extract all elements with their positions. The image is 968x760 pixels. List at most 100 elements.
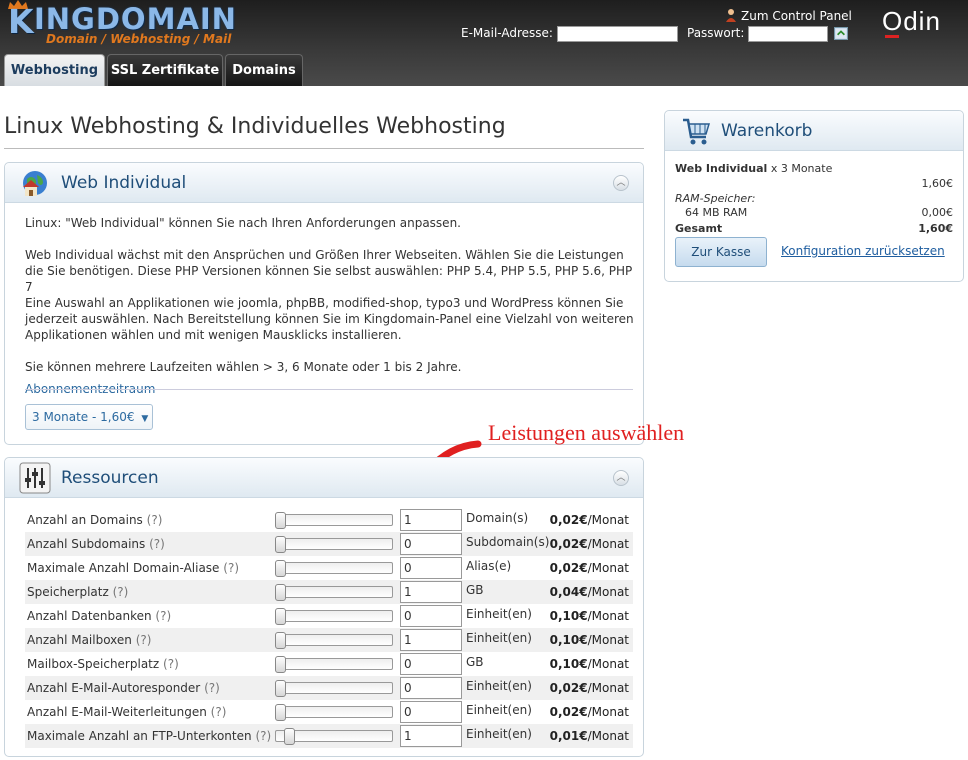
logo-letter: K [8,2,34,41]
resource-price: 0,10€/Monat [549,633,629,647]
subscription-value: 3 Monate - 1,60€ [32,410,135,424]
email-label: E-Mail-Adresse: [461,26,553,40]
slider-handle[interactable] [275,512,286,529]
resource-unit: Einheit(en) [466,679,532,693]
help-icon[interactable]: (?) [204,681,220,695]
resource-quantity-input[interactable]: 0 [400,677,462,699]
collapse-toggle[interactable]: ︿ [613,470,629,486]
chevron-up-icon: ︿ [616,178,626,188]
resource-slider[interactable] [275,680,393,697]
resource-quantity-input[interactable]: 1 [400,581,462,603]
collapse-toggle[interactable]: ︿ [613,175,629,191]
ram-price: 0,00€ [921,206,954,219]
resource-price: 0,02€/Monat [549,513,629,527]
panel-title: Ressourcen [61,468,159,488]
help-icon[interactable]: (?) [163,657,179,671]
subscription-select[interactable]: 3 Monate - 1,60€ ▼ [25,404,153,430]
slider-handle[interactable] [275,608,286,625]
top-header: K INGDOMAIN Domain / Webhosting / Mail Z… [0,0,968,86]
tab-domains[interactable]: Domains [225,54,303,86]
help-icon[interactable]: (?) [113,585,129,599]
resources-panel: Ressourcen ︿ Anzahl an Domains (?) 1 Domai… [4,457,644,757]
help-icon[interactable]: (?) [255,729,271,743]
resource-price: 0,02€/Monat [549,681,629,695]
total-label: Gesamt [675,222,723,235]
login-submit-icon[interactable] [834,27,848,40]
reset-configuration-link[interactable]: Konfiguration zurücksetzen [781,244,945,258]
resource-slider[interactable] [275,536,393,553]
help-icon[interactable]: (?) [155,609,171,623]
description-paragraph: Sie können mehrere Laufzeiten wählen > 3… [25,360,462,374]
resource-unit: Einheit(en) [466,727,532,741]
description-paragraph: Linux: "Web Individual" können Sie nach … [25,216,461,230]
slider-handle[interactable] [275,680,286,697]
help-icon[interactable]: (?) [211,705,227,719]
email-field[interactable] [557,26,678,42]
resource-price: 0,02€/Monat [549,537,629,551]
resource-unit: Subdomain(s) [466,535,550,549]
resource-quantity-input[interactable]: 0 [400,533,462,555]
slider-handle[interactable] [275,632,286,649]
resource-row: Mailbox-Speicherplatz (?) 0 GB 0,10€/Monat [25,652,633,676]
resource-slider[interactable] [275,512,393,529]
resource-label: Anzahl Mailboxen (?) [27,633,152,647]
tab-ssl-zertifikate[interactable]: SSL Zertifikate [107,54,223,86]
resource-quantity-input[interactable]: 0 [400,605,462,627]
resource-label: Anzahl Datenbanken (?) [27,609,172,623]
resource-row: Anzahl E-Mail-Autoresponder (?) 0 Einheit(… [25,676,633,700]
resource-quantity-input[interactable]: 0 [400,701,462,723]
resource-price: 0,02€/Monat [549,561,629,575]
resource-price: 0,10€/Monat [549,657,629,671]
resource-price: 0,02€/Monat [549,705,629,719]
resource-unit: Einheit(en) [466,631,532,645]
resource-label: Speicherplatz (?) [27,585,129,599]
resource-slider[interactable] [275,704,393,721]
resource-label: Anzahl E-Mail-Autoresponder (?) [27,681,220,695]
help-icon[interactable]: (?) [223,561,239,575]
slider-handle[interactable] [275,656,286,673]
resource-quantity-input[interactable]: 1 [400,509,462,531]
resource-price: 0,01€/Monat [549,729,629,743]
title-divider [4,148,644,149]
page-title: Linux Webhosting & Individuelles Webhost… [4,114,506,139]
resource-quantity-input[interactable]: 0 [400,557,462,579]
resource-row: Anzahl Subdomains (?) 0 Subdomain(s) 0,02€/… [25,532,633,556]
slider-handle[interactable] [275,584,286,601]
password-field[interactable] [748,26,828,42]
resource-slider[interactable] [275,608,393,625]
panel-title: Warenkorb [721,121,813,141]
ram-label: RAM-Speicher: [675,192,756,205]
slider-handle[interactable] [284,728,296,745]
resource-quantity-input[interactable]: 1 [400,629,462,651]
help-icon[interactable]: (?) [136,633,152,647]
resource-unit: Einheit(en) [466,703,532,717]
resource-quantity-input[interactable]: 0 [400,653,462,675]
resource-label: Anzahl Subdomains (?) [27,537,165,551]
cart-item-duration: x 3 Monate [770,162,833,175]
resource-row: Anzahl E-Mail-Weiterleitungen (?) 0 Einhei… [25,700,633,724]
slider-handle[interactable] [275,560,286,577]
panel-title: Web Individual [61,173,187,193]
resource-label: Maximale Anzahl Domain-Aliase (?) [27,561,239,575]
kingdomain-logo[interactable]: K INGDOMAIN Domain / Webhosting / Mail [4,0,236,50]
resource-unit: GB [466,655,484,669]
resource-slider[interactable] [275,656,393,673]
slider-handle[interactable] [275,536,286,553]
resource-slider[interactable] [275,632,393,649]
resource-slider[interactable] [275,584,393,601]
chevron-up-icon: ︿ [616,473,626,483]
resource-quantity-input[interactable]: 1 [400,725,462,747]
web-individual-panel: Web Individual ︿ Linux: "Web Individual"… [4,162,644,445]
slider-handle[interactable] [275,704,286,721]
control-panel-link[interactable]: Zum Control Panel [724,8,852,23]
checkout-button[interactable]: Zur Kasse [675,237,767,267]
tab-webhosting[interactable]: Webhosting [4,54,105,86]
logo-text: INGDOMAIN [34,2,237,36]
resource-slider[interactable] [275,728,393,745]
help-icon[interactable]: (?) [147,513,163,527]
resource-unit: Domain(s) [466,511,529,525]
help-icon[interactable]: (?) [149,537,165,551]
resource-price: 0,10€/Monat [549,609,629,623]
resource-slider[interactable] [275,560,393,577]
resource-row: Anzahl an Domains (?) 1 Domain(s) 0,02€/Mon… [25,508,633,532]
